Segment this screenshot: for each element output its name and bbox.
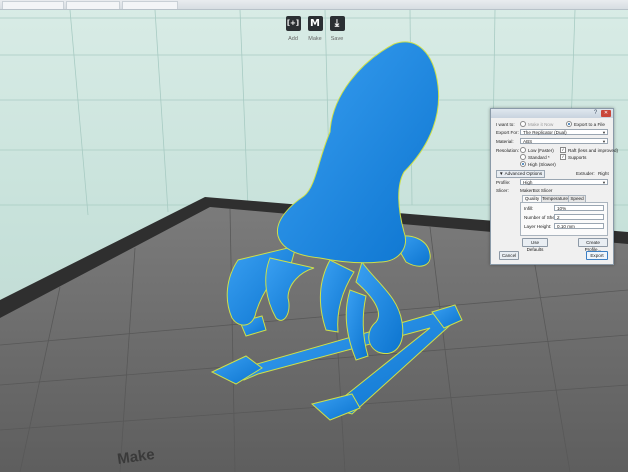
- add-button-label: Add: [288, 36, 298, 42]
- resolution-low-radio[interactable]: [520, 146, 526, 153]
- resolution-standard-row: Standard * ✓ Supports: [496, 153, 608, 161]
- tab-temperature[interactable]: Temperature: [541, 195, 569, 202]
- cancel-button[interactable]: Cancel: [499, 251, 519, 260]
- makerbot-logo-icon: M: [307, 16, 323, 31]
- window-tab[interactable]: [66, 1, 120, 9]
- infill-row: Infill: 10%: [524, 205, 607, 212]
- make-button[interactable]: M Make: [306, 16, 324, 42]
- resolution-high-radio[interactable]: [520, 160, 526, 167]
- window-tab[interactable]: [122, 1, 178, 9]
- resolution-high-row: High (Slower): [496, 160, 608, 168]
- profile-label: Profile:: [496, 180, 511, 185]
- advanced-options-toggle[interactable]: ▼ Advanced Options: [496, 170, 546, 178]
- chevron-down-icon: ▼: [602, 130, 606, 135]
- slicer-value: MakerBot Slicer: [520, 188, 553, 193]
- material-label: Material:: [496, 139, 514, 144]
- chevron-down-icon: ▼: [602, 139, 606, 144]
- add-button[interactable]: [+] Add: [284, 16, 302, 42]
- resolution-row: Resolution: Low (Faster) ✓ Raft (less and…: [496, 146, 618, 154]
- want-to-row: I want to: Make it Now Export to a File: [496, 120, 608, 128]
- shells-row: Number of Shells: 2: [524, 214, 607, 221]
- quality-panel: Infill: 10% Number of Shells: 2 Layer He…: [520, 202, 608, 236]
- resolution-low-option[interactable]: Low (Faster): [520, 146, 554, 154]
- export-for-label: Export For:: [496, 130, 519, 135]
- material-select[interactable]: ABS ▼: [520, 138, 608, 144]
- save-button-label: Save: [330, 36, 344, 42]
- make-button-label: Make: [308, 36, 322, 42]
- profile-select[interactable]: High ▼: [520, 179, 608, 185]
- layer-height-label: Layer Height:: [524, 224, 552, 229]
- tab-speed[interactable]: Speed: [568, 195, 586, 202]
- add-object-icon: [+]: [285, 16, 301, 31]
- export-button[interactable]: Export: [586, 251, 608, 260]
- export-dialog: ? ✕ I want to: Make it Now Export to a F…: [490, 108, 618, 265]
- window-titlebar: [0, 0, 628, 10]
- main-toolbar: [+] Add M Make ⤓ Save: [284, 16, 346, 46]
- help-icon[interactable]: ?: [592, 110, 599, 117]
- want-to-label: I want to:: [496, 122, 515, 127]
- make-it-now-option: Make it Now: [520, 120, 553, 128]
- resolution-standard-option[interactable]: Standard *: [520, 153, 550, 161]
- save-button[interactable]: ⤓ Save: [328, 16, 346, 42]
- resolution-standard-radio[interactable]: [520, 153, 526, 160]
- use-defaults-button[interactable]: Use Defaults: [522, 238, 548, 252]
- export-icon: ⤓: [329, 16, 345, 31]
- infill-field[interactable]: 10%: [554, 205, 604, 211]
- layer-height-row: Layer Height: 0.10 mm: [524, 223, 607, 230]
- 3d-viewport[interactable]: Make [+] Add M Make ⤓ Save ? ✕ I want to…: [0, 0, 628, 472]
- extruder-value: Right: [598, 171, 609, 176]
- chevron-down-icon: ▼: [602, 180, 606, 185]
- create-profile-button[interactable]: Create Profile...: [578, 238, 608, 252]
- advanced-row: ▼ Advanced Options Extruder: Right: [496, 170, 609, 178]
- export-for-select[interactable]: The Replicator (Dual) ▼: [520, 129, 608, 135]
- settings-tabs: Quality Temperature Speed: [520, 195, 608, 203]
- close-icon[interactable]: ✕: [601, 110, 611, 117]
- infill-label: Infill:: [524, 206, 534, 211]
- raft-checkbox[interactable]: ✓: [560, 146, 566, 153]
- raft-option[interactable]: ✓ Raft (less and improved): [560, 146, 618, 154]
- make-it-now-radio: [520, 120, 526, 127]
- slicer-row: Slicer: MakerBot Slicer: [496, 187, 608, 194]
- slicer-label: Slicer:: [496, 188, 509, 193]
- dialog-titlebar: ? ✕: [491, 109, 613, 118]
- profile-row: Profile: High ▼: [496, 179, 608, 186]
- layer-height-field[interactable]: 0.10 mm: [554, 223, 604, 229]
- material-row: Material: ABS ▼: [496, 138, 608, 145]
- extruder-label: Extruder:: [576, 171, 595, 176]
- export-to-file-radio[interactable]: [566, 120, 572, 127]
- window-tab[interactable]: [2, 1, 64, 9]
- resolution-label: Resolution:: [496, 148, 519, 153]
- supports-checkbox[interactable]: ✓: [560, 153, 566, 160]
- supports-option[interactable]: ✓ Supports: [560, 153, 586, 161]
- shells-field[interactable]: 2: [554, 214, 604, 220]
- resolution-high-option[interactable]: High (Slower): [520, 160, 556, 168]
- export-for-row: Export For: The Replicator (Dual) ▼: [496, 129, 608, 136]
- export-to-file-option[interactable]: Export to a File: [566, 120, 605, 128]
